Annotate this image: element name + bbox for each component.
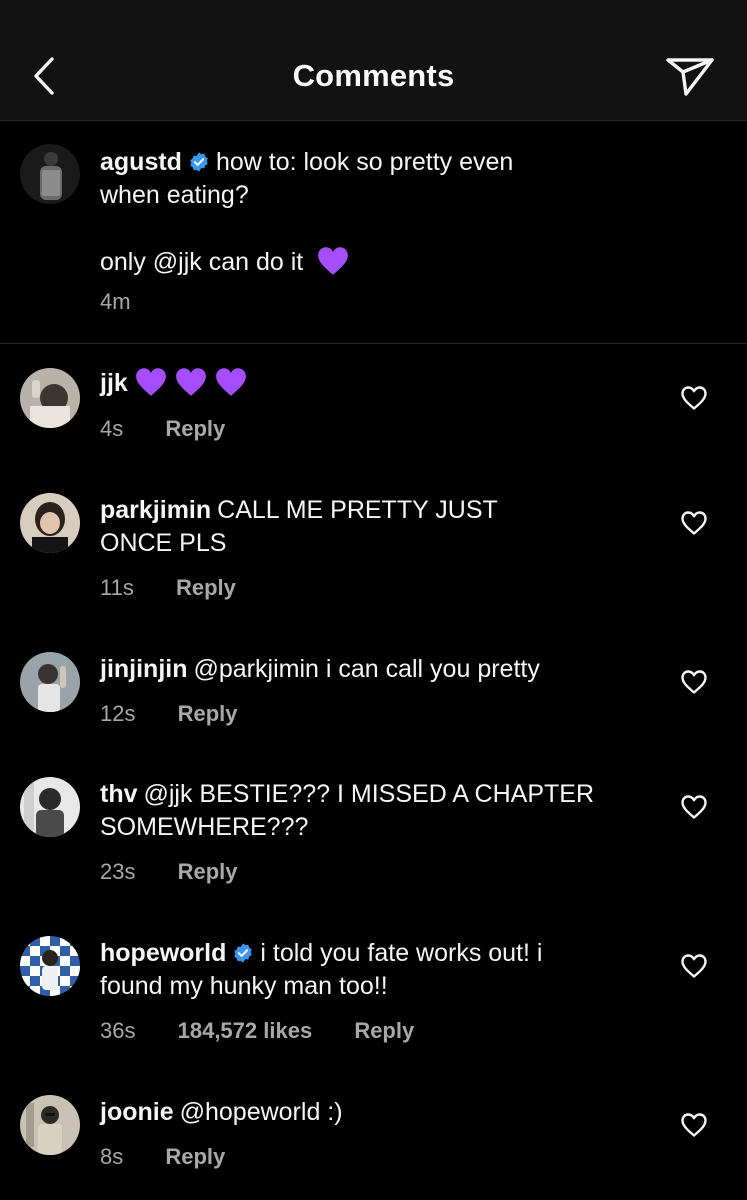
heart-outline-icon: [681, 386, 707, 410]
heart-outline-icon: [681, 1113, 707, 1137]
like-button[interactable]: [678, 383, 710, 413]
page-title: Comments: [292, 58, 455, 93]
send-icon: [666, 58, 714, 96]
purple-heart-emoji: [318, 247, 349, 275]
heart-outline-icon: [681, 954, 707, 978]
comment-text: thv @jjk BESTIE??? I MISSED A CHAPTER SOM…: [100, 778, 660, 844]
like-button[interactable]: [678, 667, 710, 697]
share-button[interactable]: [660, 50, 720, 102]
comment-line2: found my hunky man too!!: [100, 972, 388, 1000]
username[interactable]: agustd: [100, 148, 182, 176]
avatar[interactable]: [20, 1095, 80, 1155]
comment-text: parkjimin CALL ME PRETTY JUST ONCE PLS: [100, 494, 660, 560]
username[interactable]: parkjimin: [100, 496, 211, 524]
comment-text: joonie @hopeworld :): [100, 1096, 660, 1129]
like-button[interactable]: [678, 508, 710, 538]
caption-line3: only @jjk can do it: [100, 248, 304, 276]
like-button[interactable]: [678, 792, 710, 822]
timestamp: 4m: [100, 289, 131, 314]
comment-line2: ONCE PLS: [100, 529, 227, 557]
reply-button[interactable]: Reply: [165, 1144, 225, 1170]
verified-badge-icon: [234, 943, 253, 963]
header-bar: Comments: [0, 0, 747, 121]
comment-line1: @hopeworld :): [179, 1098, 343, 1126]
caption-text: agustd how to: look so pretty even when e…: [100, 146, 660, 279]
comment-meta: 8s Reply: [100, 1144, 225, 1170]
comment-line1: CALL ME PRETTY JUST: [217, 496, 498, 524]
comment-text: jinjinjin @parkjimin i can call you prett…: [100, 653, 660, 686]
comment-meta: 36s 184,572 likes Reply: [100, 1018, 414, 1044]
username[interactable]: joonie: [100, 1098, 174, 1126]
timestamp: 23s: [100, 859, 136, 884]
verified-badge-icon: [190, 152, 208, 172]
reply-button[interactable]: Reply: [176, 575, 236, 601]
timestamp: 12s: [100, 701, 136, 726]
timestamp: 36s: [100, 1018, 136, 1043]
comment-meta: 12s Reply: [100, 701, 238, 727]
heart-outline-icon: [681, 795, 707, 819]
reply-button[interactable]: Reply: [178, 701, 238, 727]
comment-line2: SOMEWHERE???: [100, 813, 309, 841]
username[interactable]: jinjinjin: [100, 655, 188, 683]
timestamp: 11s: [100, 575, 134, 600]
comment-meta: 11s Reply: [100, 575, 236, 601]
username[interactable]: hopeworld: [100, 939, 226, 967]
username[interactable]: thv: [100, 780, 138, 808]
comment-line1: i told you fate works out! i: [260, 939, 543, 967]
purple-heart-emoji: [215, 368, 246, 396]
timestamp: 4s: [100, 416, 124, 441]
reply-button[interactable]: Reply: [178, 859, 238, 885]
avatar[interactable]: [20, 493, 80, 553]
post-caption: agustd how to: look so pretty even when e…: [0, 121, 747, 344]
purple-heart-emoji: [135, 368, 166, 396]
like-button[interactable]: [678, 951, 710, 981]
comment-line1: @parkjimin i can call you pretty: [193, 655, 540, 683]
avatar[interactable]: [20, 936, 80, 996]
heart-outline-icon: [681, 670, 707, 694]
caption-meta: 4m: [100, 289, 131, 315]
heart-outline-icon: [681, 511, 707, 535]
comment-meta: 23s Reply: [100, 859, 238, 885]
comment-meta: 4s Reply: [100, 416, 225, 442]
avatar[interactable]: [20, 777, 80, 837]
likes-count[interactable]: 184,572 likes: [178, 1018, 313, 1044]
comment-text: jjk: [100, 366, 660, 400]
avatar[interactable]: [20, 144, 80, 204]
timestamp: 8s: [100, 1144, 124, 1169]
reply-button[interactable]: Reply: [354, 1018, 414, 1044]
purple-heart-emoji: [175, 368, 206, 396]
caption-line2: when eating?: [100, 181, 249, 209]
comment-text: hopeworld i told you fate works out! i fo…: [100, 937, 660, 1003]
like-button[interactable]: [678, 1110, 710, 1140]
caption-line1: how to: look so pretty even: [215, 148, 514, 176]
avatar[interactable]: [20, 652, 80, 712]
username[interactable]: jjk: [100, 369, 128, 397]
avatar[interactable]: [20, 368, 80, 428]
comment-line1: @jjk BESTIE??? I MISSED A CHAPTER: [143, 780, 595, 808]
reply-button[interactable]: Reply: [165, 416, 225, 442]
